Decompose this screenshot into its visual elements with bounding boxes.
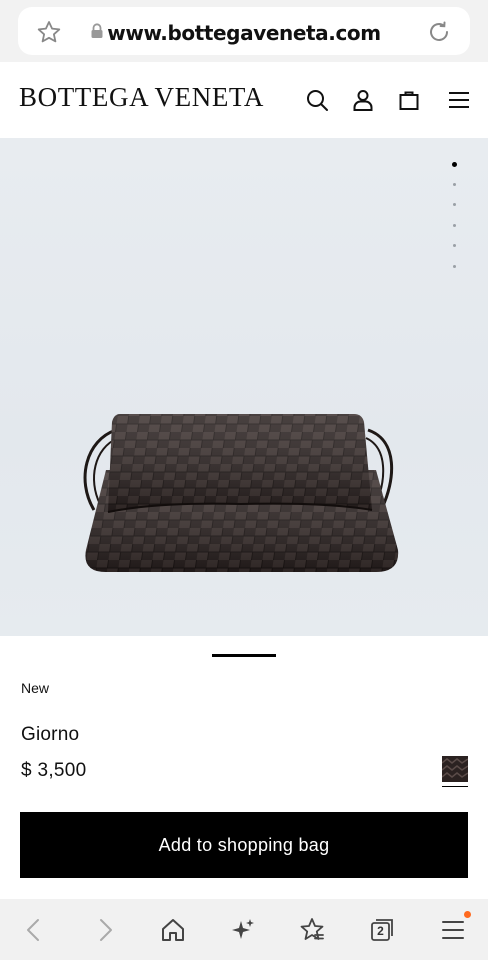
forward-icon[interactable]: [92, 917, 118, 943]
search-icon[interactable]: [305, 88, 329, 112]
gallery-dot[interactable]: [453, 244, 456, 247]
gallery-dot[interactable]: [453, 203, 456, 206]
site-header: BOTTEGA VENETA: [0, 62, 488, 138]
gallery-dot[interactable]: [452, 162, 457, 167]
gallery-dot[interactable]: [453, 182, 456, 186]
brand-logo[interactable]: BOTTEGA VENETA: [19, 82, 264, 113]
gallery-dot[interactable]: [453, 264, 456, 268]
tabs-button[interactable]: 2: [369, 917, 395, 943]
gallery-dot[interactable]: [453, 223, 456, 227]
add-to-bag-button[interactable]: Add to shopping bag: [20, 812, 468, 878]
home-icon[interactable]: [160, 917, 186, 943]
tab-count: 2: [377, 924, 384, 938]
color-swatch[interactable]: [442, 756, 468, 782]
gallery-progress-bar: [212, 654, 276, 657]
url-field[interactable]: www.bottegaveneta.com: [18, 7, 470, 55]
new-badge: New: [21, 680, 50, 696]
shopping-bag-icon[interactable]: [397, 88, 421, 112]
browser-address-bar: www.bottegaveneta.com: [0, 0, 488, 62]
menu-icon[interactable]: [440, 917, 466, 943]
notification-dot: [464, 911, 471, 918]
favorites-icon[interactable]: [299, 917, 325, 943]
selected-swatch-indicator: [442, 786, 468, 787]
product-name: Giorno: [21, 724, 80, 745]
browser-toolbar: 2: [0, 899, 488, 960]
product-image: [83, 414, 399, 572]
sparkle-icon[interactable]: [230, 917, 256, 943]
reload-icon[interactable]: [426, 19, 452, 45]
product-price: $ 3,500: [21, 760, 87, 781]
menu-icon[interactable]: [447, 88, 471, 112]
product-image-gallery[interactable]: [0, 138, 488, 636]
url-text: www.bottegaveneta.com: [107, 21, 381, 45]
back-icon[interactable]: [21, 917, 47, 943]
account-icon[interactable]: [351, 88, 375, 112]
